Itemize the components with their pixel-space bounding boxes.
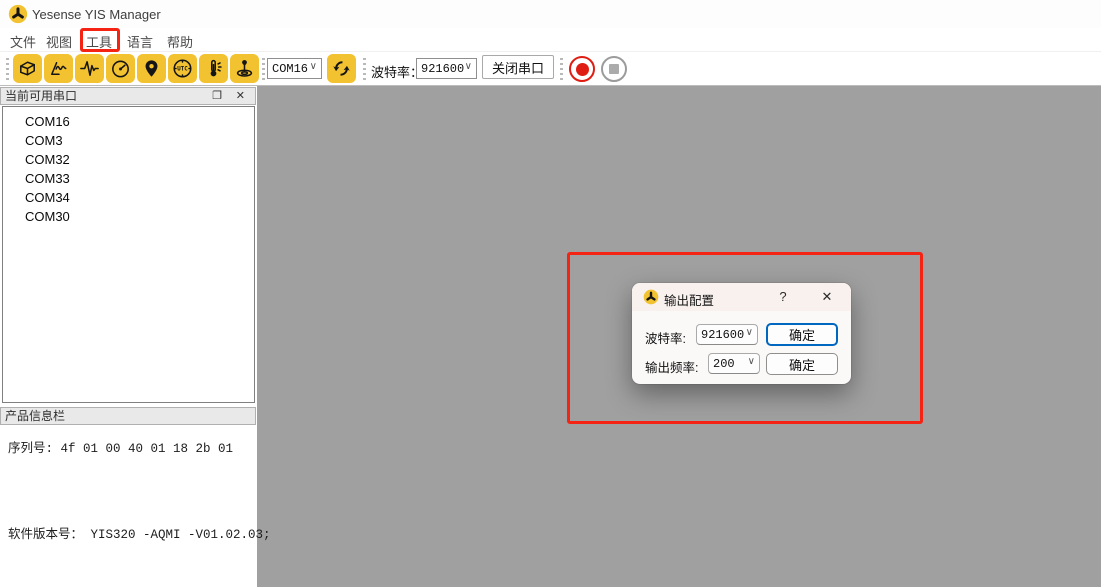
- temperature-button[interactable]: [199, 54, 228, 83]
- chevron-down-icon: ∨: [465, 62, 472, 72]
- toolbar-separator: [363, 58, 366, 80]
- baud-rate-value: 921600: [421, 62, 464, 76]
- output-config-dialog: 输出配置 ? ✕ 波特率: 921600 ∨ 确定 输出频率: 200 ∨ 确定: [632, 283, 851, 384]
- port-list-item[interactable]: COM32: [3, 150, 254, 169]
- thermometer-icon: [202, 57, 225, 80]
- gauge-icon: [109, 57, 132, 80]
- serial-number-value: 4f 01 00 40 01 18 2b 01: [61, 442, 234, 456]
- window-title: Yesense YIS Manager: [32, 7, 161, 22]
- stop-button[interactable]: [601, 56, 627, 82]
- menu-item-language[interactable]: 语言: [127, 32, 153, 51]
- calibration-pin-icon: [233, 57, 256, 80]
- product-info-area: 序列号: 4f 01 00 40 01 18 2b 01 软件版本号： YIS3…: [0, 426, 256, 587]
- info-panel-header: 产品信息栏: [0, 407, 256, 425]
- serial-number-label: 序列号:: [8, 442, 53, 456]
- menu-bar: 文件 视图 工具 语言 帮助: [0, 28, 1101, 52]
- attitude-chart-button[interactable]: [44, 54, 73, 83]
- port-select[interactable]: COM16 ∨: [267, 58, 322, 79]
- location-pin-icon: [140, 57, 163, 80]
- dialog-rate-value: 200: [713, 357, 735, 371]
- calibration-button[interactable]: [230, 54, 259, 83]
- panel-close-button[interactable]: ✕: [236, 89, 245, 104]
- dialog-titlebar: 输出配置 ? ✕: [632, 283, 851, 311]
- chevron-down-icon: ∨: [746, 328, 753, 338]
- chevron-down-icon: ∨: [748, 357, 755, 367]
- record-toolbar-group: [556, 52, 756, 86]
- serial-number-line: 序列号: 4f 01 00 40 01 18 2b 01: [8, 437, 233, 456]
- dialog-rate-confirm-button[interactable]: 确定: [766, 353, 838, 375]
- ports-panel-header: 当前可用串口 ❐ ✕: [0, 87, 256, 105]
- waveform-chart-button[interactable]: [75, 54, 104, 83]
- dialog-baud-confirm-button[interactable]: 确定: [766, 323, 838, 346]
- baud-rate-select[interactable]: 921600 ∨: [416, 58, 477, 79]
- app-logo-icon: [8, 4, 28, 24]
- panel-float-button[interactable]: ❐: [212, 89, 222, 104]
- port-list-item[interactable]: COM34: [3, 188, 254, 207]
- port-list-item[interactable]: COM33: [3, 169, 254, 188]
- menu-item-file[interactable]: 文件: [10, 32, 36, 51]
- record-button[interactable]: [569, 56, 595, 82]
- dialog-rate-label: 输出频率:: [645, 357, 698, 376]
- toolbar-drag-handle[interactable]: [6, 58, 9, 80]
- port-select-value: COM16: [272, 62, 308, 76]
- utc-time-button[interactable]: UTC: [168, 54, 197, 83]
- refresh-ports-button[interactable]: [327, 54, 356, 83]
- chevron-down-icon: ∨: [310, 62, 317, 72]
- stop-square-icon: [609, 64, 619, 74]
- record-dot-icon: [576, 63, 589, 76]
- info-panel-title: 产品信息栏: [5, 409, 65, 423]
- port-list-item[interactable]: COM3: [3, 131, 254, 150]
- angle-waveform-icon: [47, 57, 70, 80]
- gauge-dashboard-button[interactable]: [106, 54, 135, 83]
- software-version-value: YIS320 -AQMI -V01.02.03;: [91, 528, 271, 542]
- dialog-rate-select[interactable]: 200 ∨: [708, 353, 760, 374]
- port-list-item[interactable]: COM16: [3, 112, 254, 131]
- dialog-title: 输出配置: [664, 290, 714, 309]
- toolbar-separator: [262, 58, 265, 80]
- app-logo-icon: [643, 289, 659, 305]
- dialog-baud-select[interactable]: 921600 ∨: [696, 324, 758, 345]
- ports-panel-title: 当前可用串口: [5, 89, 77, 103]
- titlebar: Yesense YIS Manager: [0, 0, 1101, 28]
- port-list-item[interactable]: COM30: [3, 207, 254, 226]
- menu-item-view[interactable]: 视图: [46, 32, 72, 51]
- software-version-line: 软件版本号： YIS320 -AQMI -V01.02.03;: [8, 523, 271, 542]
- waveform-icon: [78, 57, 101, 80]
- refresh-icon: [330, 57, 353, 80]
- software-version-label: 软件版本号：: [8, 528, 83, 542]
- port-list: COM16 COM3 COM32 COM33 COM34 COM30: [2, 106, 255, 403]
- dialog-baud-label: 波特率:: [645, 328, 686, 347]
- menu-item-help[interactable]: 帮助: [167, 32, 193, 51]
- cube-3d-icon: [16, 57, 39, 80]
- utc-clock-icon: UTC: [171, 57, 194, 80]
- svg-text:UTC: UTC: [177, 67, 188, 73]
- menu-item-tools[interactable]: 工具: [86, 32, 112, 51]
- location-button[interactable]: [137, 54, 166, 83]
- dialog-baud-value: 921600: [701, 328, 744, 342]
- close-serial-port-button[interactable]: 关闭串口: [482, 55, 554, 79]
- dialog-help-button[interactable]: ?: [772, 288, 794, 306]
- toolbar-drag-handle: [560, 58, 563, 80]
- view-3d-button[interactable]: [13, 54, 42, 83]
- dialog-close-button[interactable]: ✕: [816, 288, 838, 306]
